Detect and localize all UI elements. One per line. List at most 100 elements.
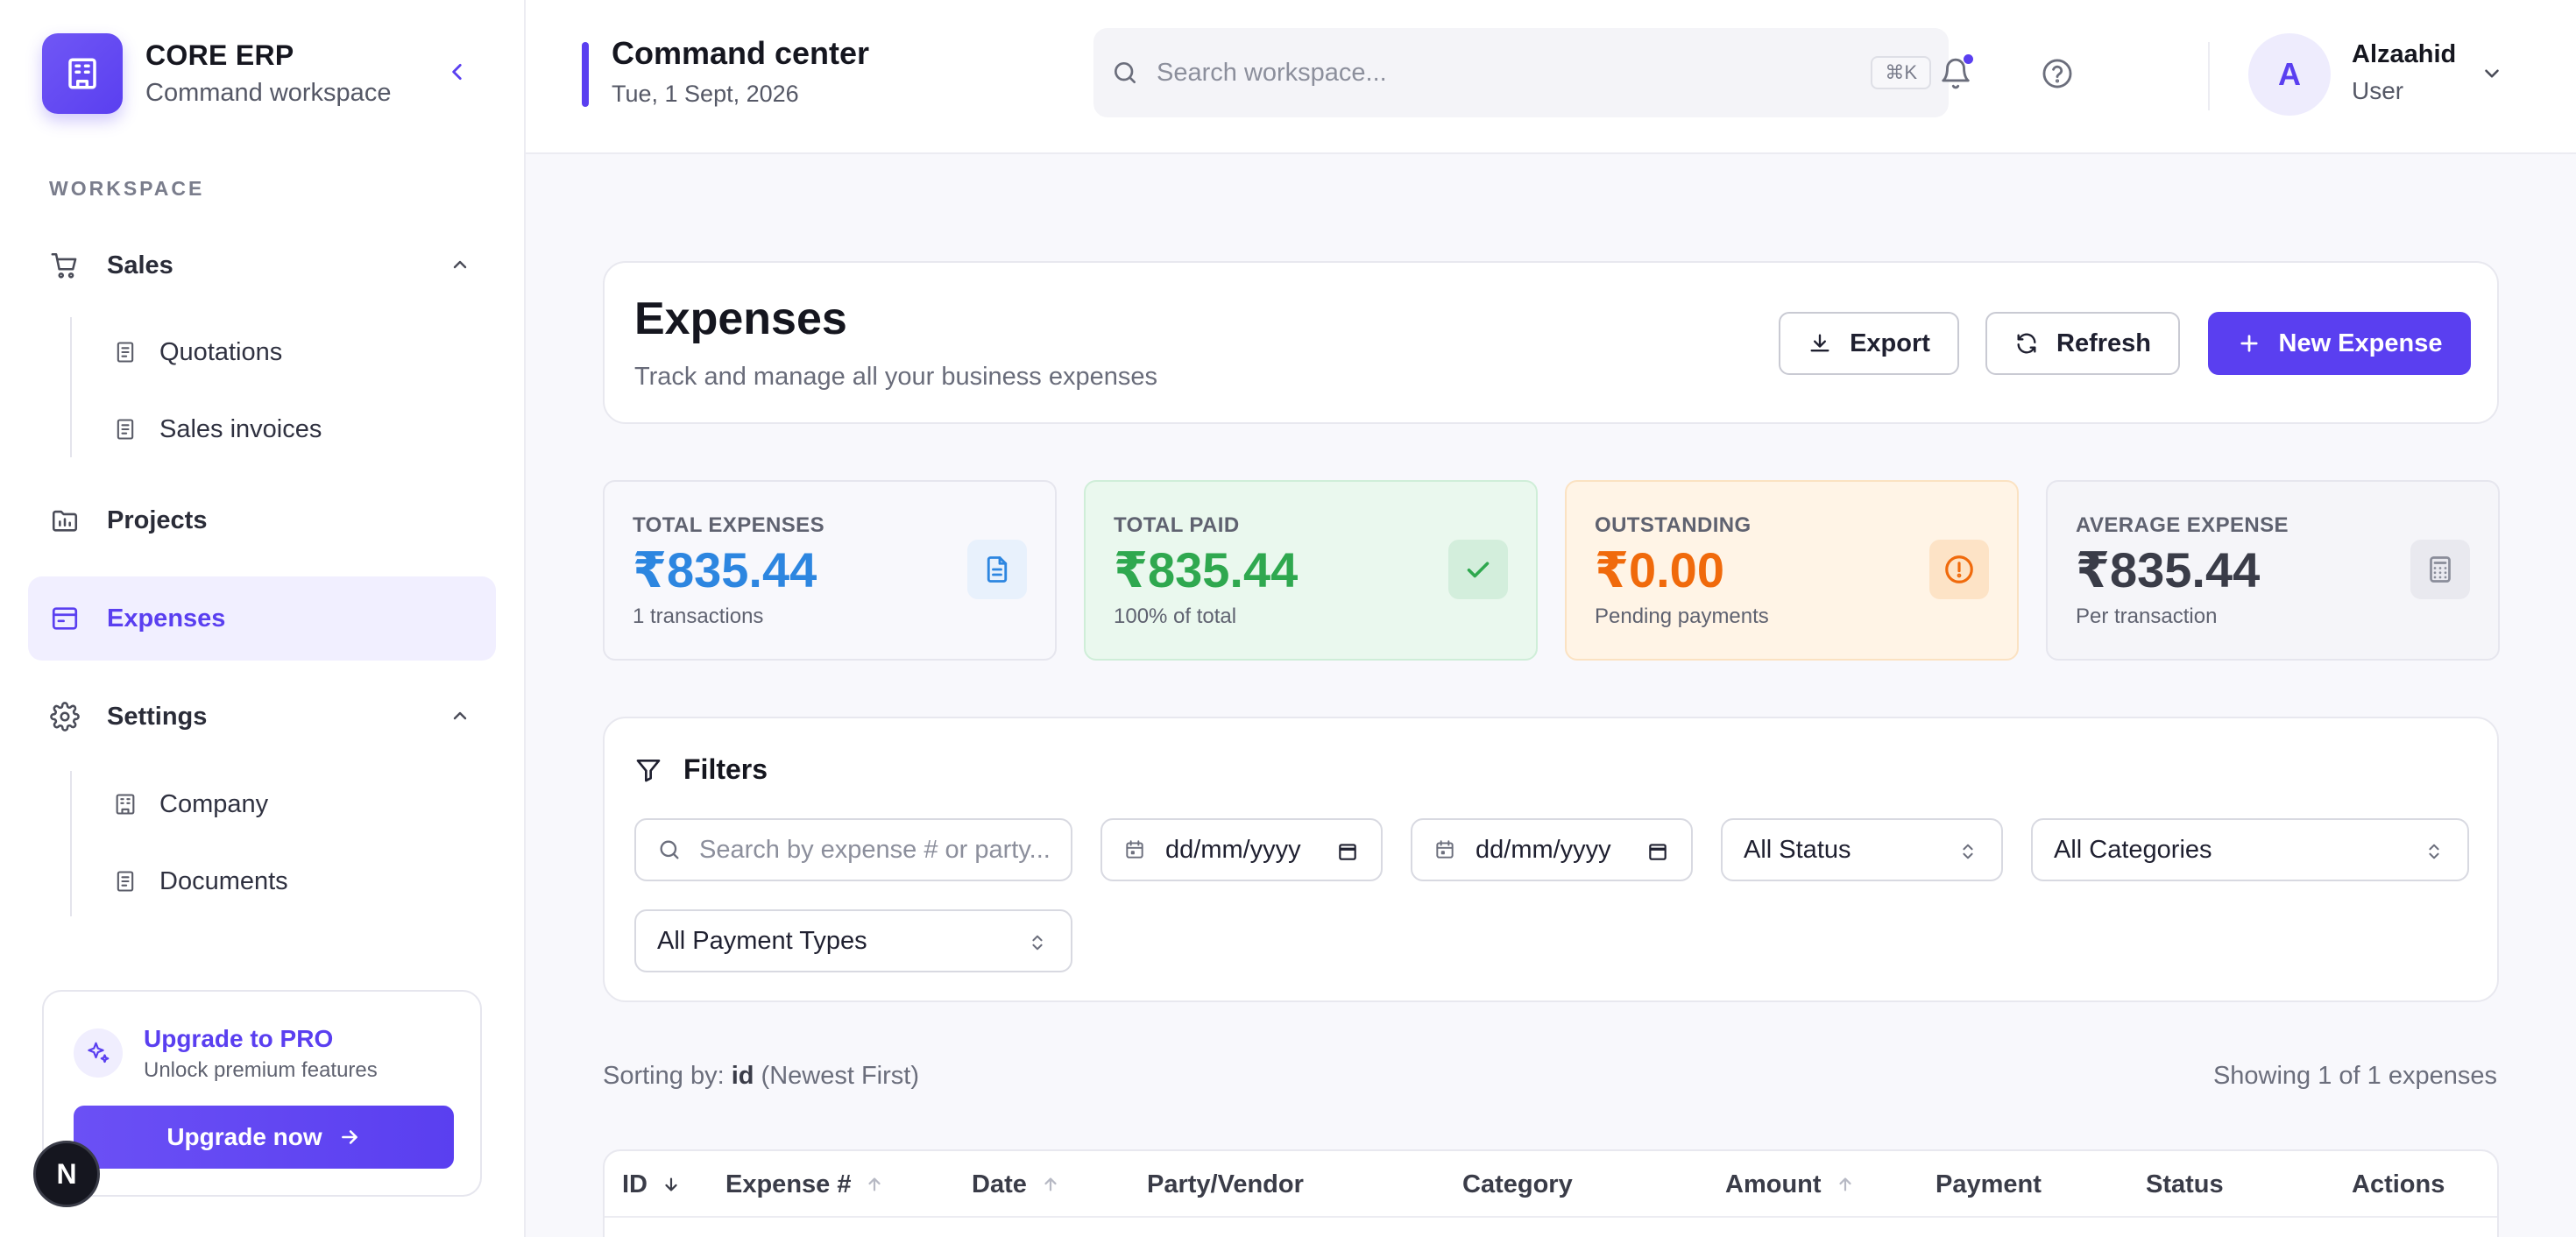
upgrade-title: Upgrade to PRO: [144, 1025, 334, 1052]
payment-type-select-value: All Payment Types: [657, 926, 867, 955]
column-label: Category: [1462, 1170, 1573, 1198]
calendar-icon: [1436, 840, 1454, 859]
column-header-amount[interactable]: Amount: [1725, 1151, 1855, 1218]
sidebar-item-label: Sales: [107, 251, 173, 279]
column-header-id[interactable]: ID: [622, 1151, 681, 1218]
stat-label: AVERAGE EXPENSE: [2076, 513, 2289, 537]
sidebar-item-company[interactable]: Company: [112, 778, 268, 831]
search-input[interactable]: Search workspace... ⌘K: [1093, 28, 1949, 117]
column-label: Status: [2146, 1170, 2224, 1198]
stat-value: ₹0.00: [1595, 542, 1724, 597]
stat-sub: 100% of total: [1114, 604, 1237, 628]
stat-label: OUTSTANDING: [1595, 513, 1752, 537]
gear-icon: [49, 701, 81, 732]
brand-subtitle: Command workspace: [145, 79, 392, 107]
page-heading: Expenses: [634, 293, 847, 344]
filters-label: Filters: [683, 753, 768, 785]
avatar[interactable]: A: [2248, 33, 2331, 116]
sidebar-item-settings[interactable]: Settings: [28, 675, 496, 759]
column-header-date[interactable]: Date: [972, 1151, 1060, 1218]
sidebar-item-documents[interactable]: Documents: [112, 855, 288, 908]
chevron-up-icon[interactable]: [447, 703, 473, 729]
submenu-line: [70, 771, 72, 916]
check-icon: [1448, 540, 1508, 599]
chevron-left-icon: [452, 64, 462, 80]
upgrade-now-button[interactable]: Upgrade now: [74, 1106, 454, 1169]
filters-title: Filters: [634, 753, 768, 786]
title-accent-bar: [582, 42, 589, 107]
sidebar-item-label: Quotations: [159, 337, 283, 366]
sidebar-item-quotations[interactable]: Quotations: [112, 326, 282, 378]
chevron-up-icon[interactable]: [447, 251, 473, 278]
dev-badge[interactable]: N: [33, 1141, 100, 1207]
date-to-field[interactable]: dd/mm/yyyy: [1411, 818, 1693, 881]
filters-card: Filters Search by expense # or party... …: [603, 717, 2499, 1002]
stat-value: ₹835.44: [633, 542, 817, 597]
column-header-status: Status: [2146, 1151, 2224, 1218]
sort-prefix: Sorting by:: [603, 1062, 725, 1090]
search-shortcut: ⌘K: [1871, 56, 1931, 89]
brand[interactable]: CORE ERP Command workspace: [42, 33, 391, 114]
user-menu-toggle[interactable]: [2476, 58, 2508, 89]
chevron-down-icon: [2485, 69, 2499, 78]
sidebar-item-sales-invoices[interactable]: Sales invoices: [112, 403, 322, 456]
chevron-up-down-icon: [2422, 839, 2446, 864]
sidebar-item-label: Projects: [107, 505, 208, 534]
sidebar-item-label: Settings: [107, 702, 208, 731]
refresh-label: Refresh: [2056, 329, 2151, 357]
sort-indicator: Sorting by: id (Newest First): [603, 1062, 919, 1091]
sidebar-item-label: Company: [159, 789, 269, 818]
date-from-field[interactable]: dd/mm/yyyy: [1100, 818, 1383, 881]
expenses-table: ID Expense # Date Party/Vendor Category …: [603, 1149, 2499, 1237]
export-button[interactable]: Export: [1779, 312, 1959, 375]
stat-label: TOTAL PAID: [1114, 513, 1240, 537]
chevron-up-down-icon: [1956, 839, 1980, 864]
cart-icon: [49, 250, 81, 281]
upgrade-button-label: Upgrade now: [166, 1123, 322, 1150]
arrow-up-icon: [868, 1177, 881, 1191]
calendar-icon: [1126, 840, 1143, 859]
filter-icon: [636, 759, 661, 781]
new-expense-button[interactable]: New Expense: [2208, 312, 2471, 375]
expense-search-placeholder: Search by expense # or party...: [699, 835, 1051, 864]
help-button[interactable]: [2038, 54, 2077, 93]
sidebar-item-expenses[interactable]: Expenses: [28, 576, 496, 661]
arrow-up-icon: [1044, 1177, 1057, 1191]
column-label: Actions: [2352, 1170, 2445, 1198]
sidebar-item-label: Sales invoices: [159, 414, 322, 443]
expense-search-input[interactable]: Search by expense # or party...: [634, 818, 1072, 881]
column-header-expense-number[interactable]: Expense #: [725, 1151, 884, 1218]
sidebar-item-label: Expenses: [107, 604, 226, 633]
column-label: Date: [972, 1170, 1027, 1198]
sort-direction: (Newest First): [761, 1062, 919, 1090]
wallet-icon: [49, 603, 81, 634]
sidebar-item-projects[interactable]: Projects: [28, 478, 496, 562]
column-header-payment: Payment: [1936, 1151, 2042, 1218]
document-icon: [967, 540, 1027, 599]
refresh-button[interactable]: Refresh: [1985, 312, 2180, 375]
category-select-value: All Categories: [2054, 835, 2212, 864]
export-label: Export: [1850, 329, 1930, 357]
collapse-sidebar-button[interactable]: [443, 58, 471, 86]
column-header-actions: Actions: [2352, 1151, 2445, 1218]
user-name: Alzaahid: [2352, 40, 2457, 68]
status-select[interactable]: All Status: [1721, 818, 2003, 881]
document-icon: [112, 416, 138, 442]
arrow-down-icon: [665, 1177, 677, 1191]
category-select[interactable]: All Categories: [2031, 818, 2469, 881]
user-role: User: [2352, 77, 2404, 104]
sidebar-item-label: Documents: [159, 866, 288, 895]
arrow-right-icon: [341, 1130, 357, 1144]
column-label: ID: [622, 1170, 648, 1198]
sparkles-icon: [74, 1028, 123, 1078]
stat-card-total-paid: TOTAL PAID ₹835.44 100% of total: [1084, 480, 1538, 661]
payment-type-select[interactable]: All Payment Types: [634, 909, 1072, 972]
sidebar-item-sales[interactable]: Sales: [28, 223, 496, 307]
chevron-up-down-icon: [1025, 930, 1050, 955]
status-select-value: All Status: [1744, 835, 1851, 864]
page-subheading: Track and manage all your business expen…: [634, 363, 1157, 391]
calendar-picker-icon[interactable]: [1645, 839, 1670, 864]
sidebar: CORE ERP Command workspace WORKSPACE Sal…: [0, 0, 526, 1237]
notifications-button[interactable]: [1936, 54, 1975, 93]
calendar-picker-icon[interactable]: [1335, 839, 1360, 864]
